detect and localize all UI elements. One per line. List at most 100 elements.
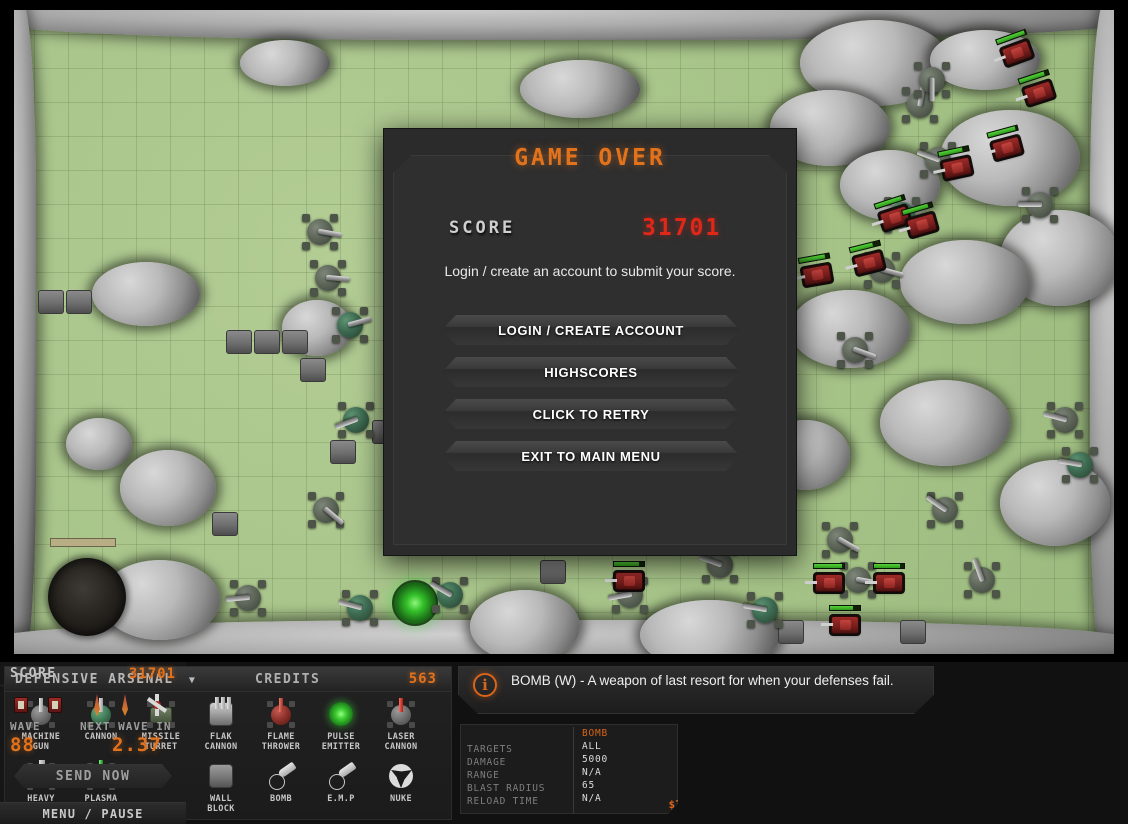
enemy-tank	[805, 563, 846, 596]
click-to-retry-button[interactable]: CLICK TO RETRY	[442, 399, 740, 429]
weapon-slot-bomb[interactable]: BOMB	[251, 759, 311, 819]
wall-block	[300, 358, 326, 382]
laser-cannon-icon	[384, 697, 418, 731]
game-over-title: GAME OVER	[514, 145, 666, 171]
map-turret[interactable]	[912, 60, 952, 102]
wall-block-icon	[204, 759, 238, 793]
credits-label: CREDITS	[255, 671, 321, 687]
enemy-tank	[605, 561, 646, 594]
credits-value: 563	[408, 671, 437, 687]
wave-star-icon	[146, 694, 168, 716]
weapon-slot-flame-thrower[interactable]: FLAME THROWER	[251, 697, 311, 757]
send-now-button[interactable]: SEND NOW	[14, 764, 172, 788]
wall-block	[38, 290, 64, 314]
map-turret[interactable]	[334, 400, 376, 440]
rock-formation	[92, 262, 200, 326]
weapon-slot-wall-block[interactable]: WALL BLOCK	[191, 759, 251, 819]
weapon-price: $250	[668, 798, 695, 811]
hud-score-value: 31701	[128, 665, 176, 682]
map-turret[interactable]	[300, 212, 343, 252]
stat-value: N/A	[582, 793, 602, 804]
menu-pause-button[interactable]: MENU / PAUSE	[0, 802, 186, 824]
flak-cannon-icon	[204, 697, 238, 731]
stat-value: ALL	[582, 741, 602, 752]
dialog-score-value: 31701	[642, 215, 722, 241]
next-wave-label: NEXT WAVE IN	[80, 720, 172, 733]
stat-label: BLAST RADIUS	[467, 783, 546, 794]
rock-formation	[900, 240, 1030, 324]
rock-formation	[880, 380, 1010, 466]
map-turret[interactable]	[1057, 445, 1100, 485]
weapon-label: FLAME THROWER	[261, 732, 301, 752]
enemy-health-bar	[873, 563, 905, 569]
enemy-tank	[821, 605, 862, 638]
weapon-slot-emp[interactable]: E.M.P	[311, 759, 371, 819]
rock-formation	[520, 60, 640, 118]
highscores-button[interactable]: HIGHSCORES	[442, 357, 740, 387]
stat-value: 65	[582, 780, 596, 791]
hud-score-label: SCORE	[10, 666, 57, 681]
map-turret[interactable]	[330, 305, 372, 345]
map-turret[interactable]	[925, 490, 965, 530]
info-icon: i	[473, 673, 497, 697]
dialog-score-row: SCORE 31701	[384, 211, 796, 245]
weapon-slot-nuke[interactable]: NUKE	[371, 759, 431, 819]
bottom-hud: DEFENSIVE ARSENAL ▼ CREDITS 563 MACHINE G…	[0, 662, 1128, 824]
map-turret[interactable]	[742, 590, 785, 630]
map-turret[interactable]	[1043, 400, 1085, 440]
weapon-label: NUKE	[389, 794, 413, 804]
rock-formation	[240, 40, 330, 86]
weapon-slot-flak-cannon[interactable]: FLAK CANNON	[191, 697, 251, 757]
enemy-tank	[865, 563, 906, 596]
weapon-label: FLAK CANNON	[204, 732, 238, 752]
wave-unit-icons	[8, 692, 180, 722]
wave-label: WAVE	[10, 720, 41, 733]
next-wave-value: 2.37	[112, 734, 162, 756]
weapon-slot-laser-cannon[interactable]: LASER CANNON	[371, 697, 431, 757]
rock-formation	[66, 418, 132, 470]
spawn-progress-bar	[50, 538, 116, 547]
login-create-account-button[interactable]: LOGIN / CREATE ACCOUNT	[442, 315, 740, 345]
map-turret[interactable]	[835, 330, 877, 370]
map-turret[interactable]	[306, 490, 346, 530]
exit-to-main-menu-button[interactable]: EXIT TO MAIN MENU	[442, 441, 740, 471]
nuke-icon	[384, 759, 418, 793]
map-turret[interactable]	[820, 520, 861, 560]
wall-block	[330, 440, 356, 464]
weapon-label: PULSE EMITTER	[321, 732, 361, 752]
map-turret[interactable]	[1018, 185, 1060, 225]
wall-block	[282, 330, 308, 354]
stat-value: N/A	[582, 767, 602, 778]
weapon-stats-box: TARGETS DAMAGE RANGE BLAST RADIUS RELOAD…	[460, 724, 678, 814]
stat-label: DAMAGE	[467, 757, 507, 768]
flame-thrower-icon	[264, 697, 298, 731]
rock-formation	[470, 590, 580, 662]
dialog-header: GAME OVER	[384, 129, 796, 187]
pulse-emitter-icon	[324, 697, 358, 731]
weapon-description-text: BOMB (W) - A weapon of last resort for w…	[511, 673, 894, 688]
enemy-health-bar	[829, 605, 861, 611]
map-border-bottom	[0, 654, 1128, 662]
wave-values-row: 88 2.37	[0, 734, 186, 758]
bomb-icon	[264, 759, 298, 793]
map-turret[interactable]	[962, 557, 1002, 600]
stat-label: TARGETS	[467, 744, 513, 755]
wave-tank-icon	[46, 694, 64, 716]
enemy-spawn-crater	[48, 558, 126, 636]
map-border-right	[1114, 0, 1128, 662]
map-turret[interactable]	[429, 575, 470, 615]
hud-score-row: SCORE 31701	[0, 662, 186, 686]
map-turret[interactable]	[308, 258, 351, 298]
stat-label: RANGE	[467, 770, 500, 781]
wall-block	[66, 290, 92, 314]
chevron-down-icon: ▼	[188, 674, 197, 686]
wall-block	[212, 512, 238, 536]
map-turret[interactable]	[225, 578, 268, 618]
dialog-subtext: Login / create an account to submit your…	[444, 263, 736, 279]
weapon-slot-pulse-emitter[interactable]: PULSE EMITTER	[311, 697, 371, 757]
map-turret[interactable]	[338, 588, 380, 628]
wall-block	[900, 620, 926, 644]
stat-values: BOMB ALL 5000 N/A 65 N/A $250	[573, 727, 673, 813]
enemy-health-bar	[613, 561, 645, 567]
emp-icon	[324, 759, 358, 793]
